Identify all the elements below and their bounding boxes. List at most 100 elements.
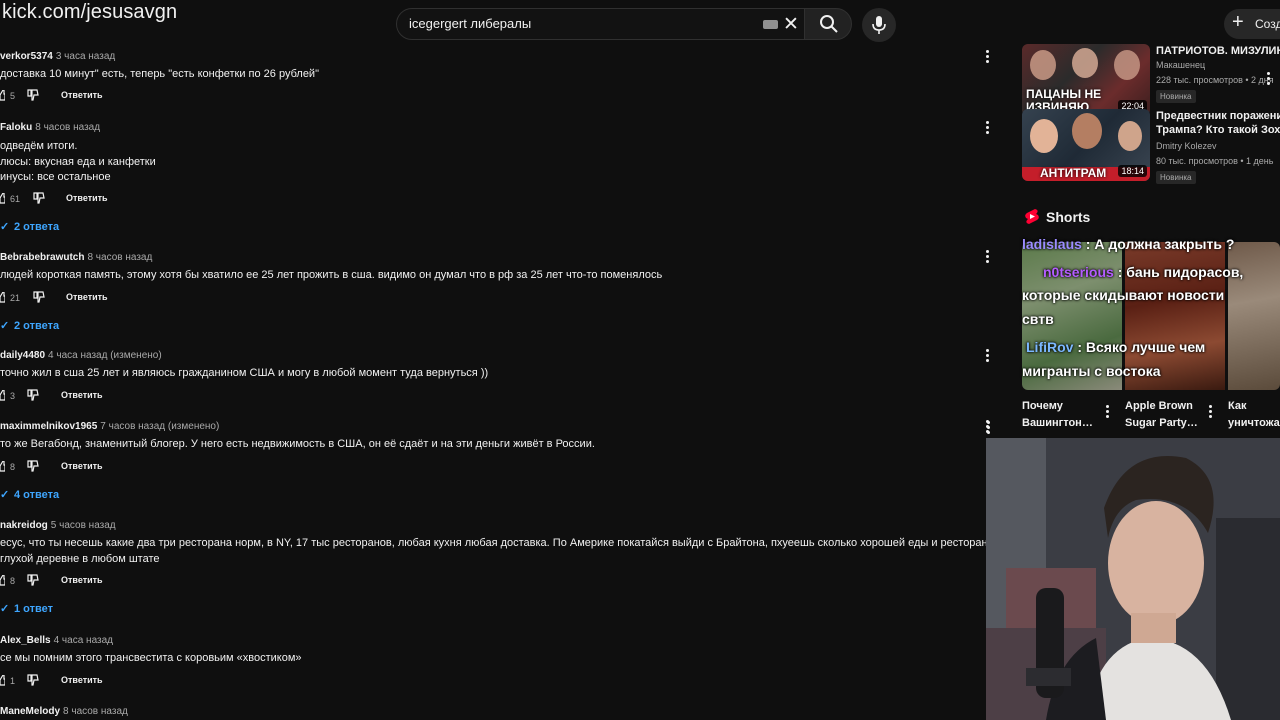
comment-time[interactable]: 8 часов назад [35, 122, 100, 133]
comment-time[interactable]: 4 часа назад [54, 635, 113, 646]
comment-author[interactable]: nakreidog [0, 520, 48, 531]
like-icon[interactable] [0, 674, 5, 686]
like-count: 61 [10, 193, 21, 204]
comment-time[interactable]: 5 часов назад [51, 520, 116, 531]
comment-author[interactable]: Bebrabebrawutch [0, 252, 84, 263]
comment: ManeMelody 8 часов назад [0, 706, 980, 717]
comment-text: то же Вегабонд, знаменитый блогер. У нег… [0, 438, 595, 450]
shorts-heading: Shorts [1046, 209, 1091, 225]
comment: nakreidog 5 часов назад есус, что ты несе… [0, 520, 988, 615]
search-query: icegergert либералы [409, 16, 532, 31]
replies-label: 2 ответа [14, 319, 60, 332]
short-menu-icon[interactable] [1106, 405, 1110, 419]
short-title[interactable]: Почему Вашингтон… [1022, 398, 1093, 432]
show-replies-button[interactable]: ✓ 1 ответ [0, 602, 980, 615]
reply-button[interactable]: Ответить [61, 675, 103, 685]
like-icon[interactable] [0, 575, 5, 586]
recommended-video[interactable]: АНТИТРАМ 18:14 Предвестник поражения Тра… [1022, 109, 1280, 184]
clear-search-icon[interactable]: ✕ [783, 13, 799, 36]
reply-button[interactable]: Ответить [61, 461, 103, 471]
video-menu-icon[interactable] [987, 421, 991, 435]
like-icon[interactable] [0, 192, 5, 204]
comment-menu-icon[interactable] [986, 121, 990, 135]
dislike-icon[interactable] [27, 574, 39, 586]
stream-watermark: kick.com/jesusavgn [2, 1, 178, 23]
comment-author[interactable]: verkor5374 [0, 51, 53, 62]
comment-author[interactable]: daily4480 [0, 350, 45, 361]
reply-button[interactable]: Ответить [61, 90, 103, 100]
comment: verkor5374 3 часа назад доставка 10 минут… [0, 51, 980, 105]
comment-menu-icon[interactable] [986, 50, 990, 64]
comment-author[interactable]: Faloku [0, 122, 32, 133]
comment: daily4480 4 часа назад (изменено) точно ж… [0, 350, 980, 405]
reply-button[interactable]: Ответить [66, 193, 108, 203]
comment-author[interactable]: maximmelnikov1965 [0, 421, 97, 432]
like-count: 8 [10, 576, 16, 586]
comment: maximmelnikov1965 7 часов назад (изменено… [0, 421, 980, 501]
replies-label: 1 ответ [14, 603, 53, 615]
reply-button[interactable]: Ответить [66, 292, 108, 302]
comment-time[interactable]: 7 часов назад (изменено) [100, 421, 219, 432]
video-thumbnail[interactable]: АНТИТРАМ 18:14 [1022, 109, 1150, 181]
comment-menu-icon[interactable] [986, 349, 990, 363]
comment-time[interactable]: 8 часов назад [87, 252, 152, 263]
show-replies-button[interactable]: ✓ 2 ответа [0, 220, 980, 233]
video-thumbnail[interactable]: ПАЦАНЫ НЕ ИЗВИНЯЮ 22:04 [1022, 44, 1150, 116]
dislike-icon[interactable] [27, 88, 39, 101]
dislike-icon[interactable] [27, 673, 39, 686]
short-title[interactable]: Apple Brown Sugar Party… [1125, 398, 1198, 432]
search-input[interactable]: icegergert либералы ✕ [396, 8, 810, 40]
stream-chat-message: мигранты с востока [1022, 363, 1161, 379]
comment-author[interactable]: Alex_Bells [0, 635, 51, 646]
chat-username: LifiRov [1026, 339, 1074, 355]
comment-text: люсы: вкусная еда и канфетки [0, 155, 156, 168]
like-icon[interactable] [0, 389, 5, 401]
keyboard-icon[interactable] [763, 20, 778, 29]
comment-text: глухой деревне в любом штате [0, 552, 160, 565]
comment-time[interactable]: 3 часа назад [56, 51, 115, 62]
recommended-video[interactable]: ПАЦАНЫ НЕ ИЗВИНЯЮ 22:04 ПАТРИОТОВ. МИЗУЛ… [1022, 44, 1280, 116]
dislike-icon[interactable] [33, 290, 45, 303]
reply-button[interactable]: Ответить [61, 575, 103, 585]
chat-text: : Всяко лучше чем [1073, 339, 1206, 355]
like-count: 21 [10, 292, 21, 303]
chat-username: ladislaus [1022, 236, 1082, 252]
show-replies-button[interactable]: ✓ 2 ответа [0, 319, 980, 332]
comment-author[interactable]: ManeMelody [0, 706, 60, 717]
short-title[interactable]: Как уничтожа [1228, 398, 1280, 432]
chevron-down-icon: ✓ [0, 319, 10, 332]
comment-text: се мы помним этого трансвестита с коровь… [0, 652, 302, 664]
short-title-line: Вашингтон… [1022, 417, 1093, 429]
video-title[interactable]: Предвестник поражения Трампа? Кто такой … [1156, 109, 1280, 137]
like-icon[interactable] [0, 291, 5, 303]
comment-time[interactable]: 4 часа назад (изменено) [48, 350, 162, 361]
microphone-icon [872, 16, 886, 34]
short-title-line: Apple Brown [1125, 400, 1193, 412]
comment-time[interactable]: 8 часов назад [63, 706, 128, 717]
short-menu-icon[interactable] [1209, 405, 1213, 419]
dislike-icon[interactable] [27, 459, 39, 472]
dislike-icon[interactable] [33, 191, 45, 204]
stream-chat-message: LifiRov : Всяко лучше чем [1022, 339, 1205, 355]
dislike-icon[interactable] [27, 388, 39, 401]
search-button[interactable] [804, 8, 852, 40]
like-count: 3 [10, 390, 16, 401]
create-button[interactable]: + Созд [1224, 9, 1280, 39]
show-replies-button[interactable]: ✓ 4 ответа [0, 488, 980, 501]
comment-menu-icon[interactable] [986, 250, 990, 264]
comment-text: одведём итоги. [0, 140, 78, 152]
chevron-down-icon: ✓ [0, 488, 10, 501]
chat-text: мигранты с востока [1022, 363, 1161, 379]
shorts-icon [1025, 209, 1039, 224]
video-meta: 80 тыс. просмотров • 1 день [1156, 156, 1274, 166]
like-icon[interactable] [0, 89, 5, 101]
like-icon[interactable] [0, 460, 5, 472]
video-menu-icon[interactable] [1267, 72, 1271, 86]
channel-name[interactable]: Dmitry Kolezev [1156, 141, 1217, 151]
streamer-webcam [986, 438, 1280, 720]
reply-button[interactable]: Ответить [61, 390, 103, 400]
video-title[interactable]: ПАТРИОТОВ. МИЗУЛИНА [1156, 44, 1280, 58]
channel-name[interactable]: Макашенец [1156, 60, 1205, 70]
streamer-face-image [986, 438, 1280, 720]
voice-search-button[interactable] [862, 8, 896, 42]
